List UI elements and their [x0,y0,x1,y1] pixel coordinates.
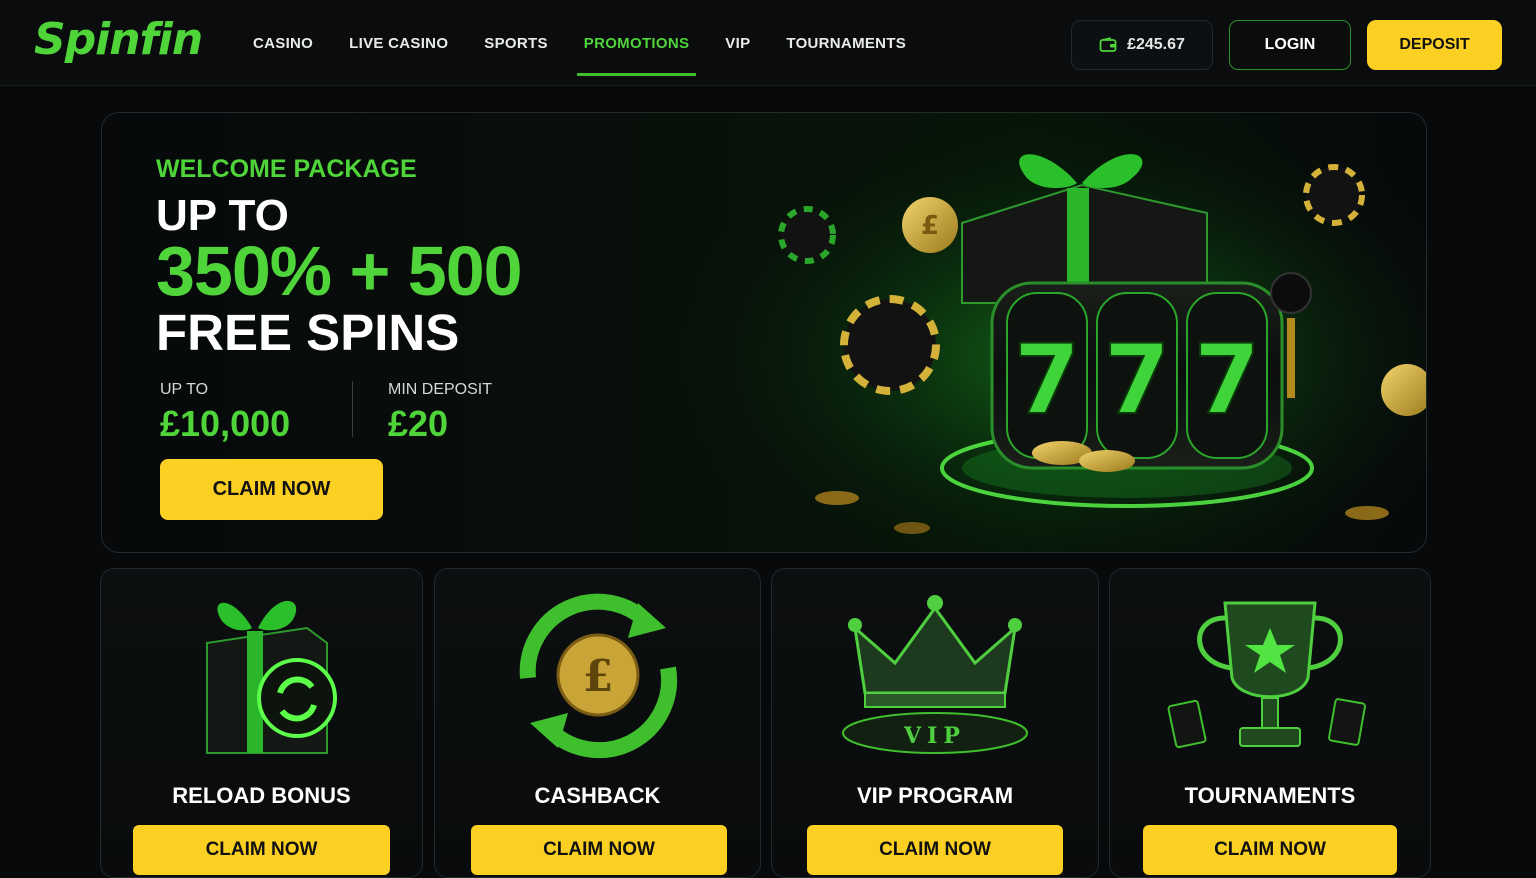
deposit-button[interactable]: DEPOSIT [1367,20,1502,70]
hero-headline-line3: FREE SPINS [156,304,460,361]
stat-divider [352,381,353,437]
nav-item-sports[interactable]: SPORTS [467,0,564,86]
nav-item-promotions[interactable]: PROMOTIONS [567,0,707,86]
stat-min-deposit: MIN DEPOSIT £20 [388,381,492,445]
promo-title: RELOAD BONUS [172,783,351,808]
balance-display[interactable]: £245.67 [1071,20,1213,70]
nav-item-tournaments[interactable]: TOURNAMENTS [769,0,923,86]
stat-label: UP TO [160,381,209,398]
welcome-banner: 7 7 7 £ WELCOME PACKAGE UP TO 350% + 500… [101,112,1427,553]
gift-reload-icon [205,600,337,754]
promo-card-vip[interactable]: VIP VIP PROGRAM CLAIM NOW [771,568,1099,878]
site-header: Spinfin CASINO LIVE CASINO SPORTS PROMOT… [0,0,1536,86]
svg-text:£: £ [921,211,939,241]
promo-card-reload[interactable]: RELOAD BONUS CLAIM NOW [100,568,423,878]
promo-title: CASHBACK [534,783,661,808]
nav-item-vip[interactable]: VIP [708,0,767,86]
slot-machine-gift-illustration: 7 7 7 £ [662,113,1426,552]
login-button[interactable]: LOGIN [1229,20,1351,70]
promo-title: TOURNAMENTS [1184,783,1356,808]
stat-value: £10,000 [160,403,291,444]
crown-icon: VIP [842,595,1028,754]
balance-amount: £245.67 [1127,36,1185,53]
coin-symbol: £ [582,651,613,702]
claim-tournaments-button[interactable]: CLAIM NOW [1143,825,1397,875]
hero-headline-offer: 350% + 500 [156,232,523,310]
nav-item-live-casino[interactable]: LIVE CASINO [332,0,465,86]
hero-claim-button[interactable]: CLAIM NOW [160,459,383,520]
stat-value: £20 [388,403,449,444]
reel-symbol: 7 [1194,324,1261,436]
main-nav: CASINO LIVE CASINO SPORTS PROMOTIONS VIP… [236,0,925,86]
stat-label: MIN DEPOSIT [388,381,493,398]
claim-reload-button[interactable]: CLAIM NOW [133,825,390,875]
reel-symbol: 7 [1104,324,1171,436]
pedestal-text: VIP [903,723,966,749]
hero-eyebrow: WELCOME PACKAGE [156,155,417,183]
logo[interactable]: Spinfin [34,14,203,65]
claim-cashback-button[interactable]: CLAIM NOW [471,825,727,875]
promo-card-tournaments[interactable]: TOURNAMENTS CLAIM NOW [1109,568,1431,878]
nav-item-casino[interactable]: CASINO [236,0,330,86]
wallet-icon [1099,37,1117,52]
trophy-icon [1167,601,1366,749]
reel-symbol: 7 [1014,324,1081,436]
stat-max-bonus: UP TO £10,000 [160,381,290,445]
promo-title: VIP PROGRAM [856,783,1014,808]
promo-card-cashback[interactable]: £ CASHBACK CLAIM NOW [434,568,761,878]
claim-vip-button[interactable]: CLAIM NOW [807,825,1063,875]
cashback-coin-icon: £ [519,593,677,759]
